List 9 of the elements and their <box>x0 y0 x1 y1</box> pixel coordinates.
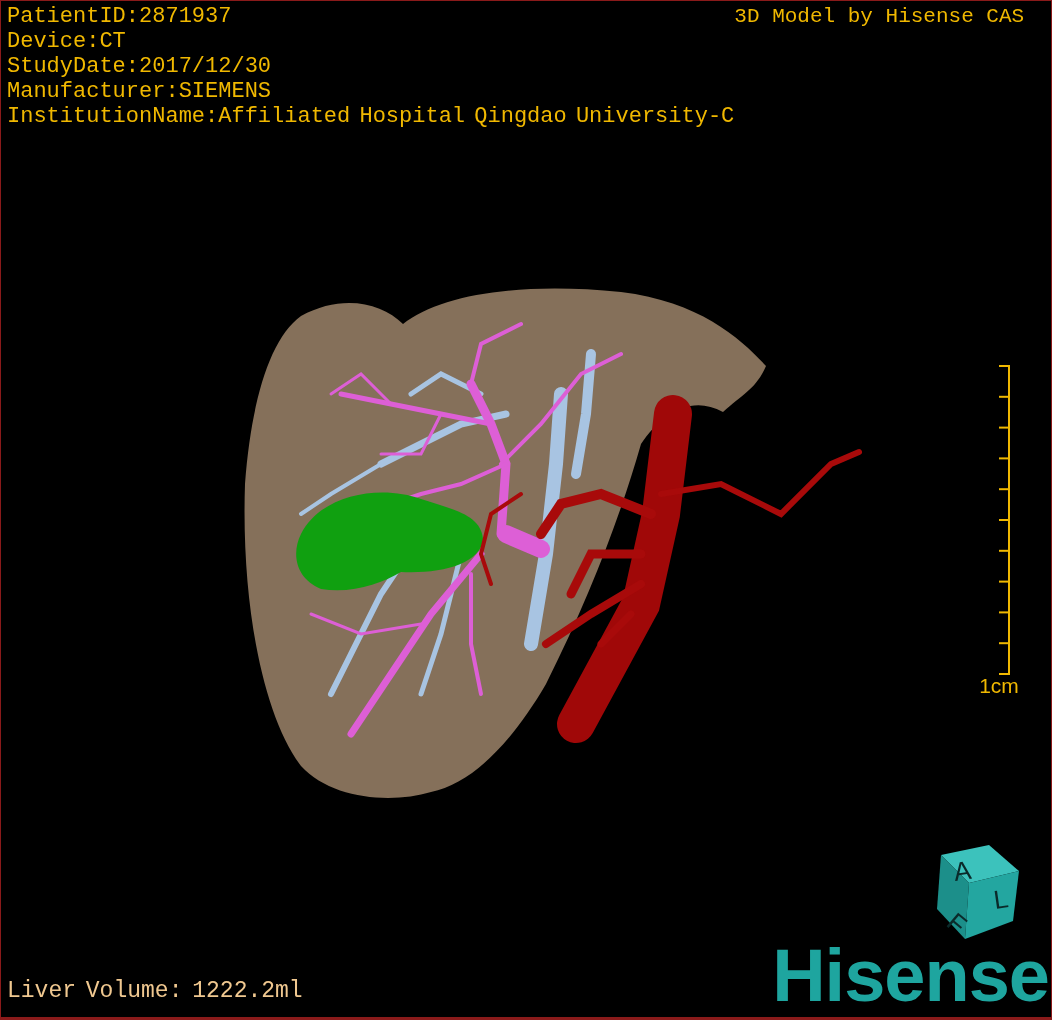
study-info-text: StudyDate:2017/12/30 <box>7 54 273 79</box>
study-info-text: InstitutionName:Affiliated Hospital Qingdao University-C <box>7 104 735 129</box>
viewer-title: 3D Model by Hisense CAS <box>734 4 1025 29</box>
brand-wordmark: Hisense <box>772 941 1049 1011</box>
study-info-text: PatientID:2871937 <box>7 4 233 29</box>
study-info-text: Manufacturer:SIEMENS <box>7 79 273 104</box>
study-info-text: Device:CT <box>7 29 127 54</box>
scale-label: 1cm <box>979 675 1019 697</box>
liver-volume-text: Liver Volume: 1222.2ml <box>7 977 303 1005</box>
